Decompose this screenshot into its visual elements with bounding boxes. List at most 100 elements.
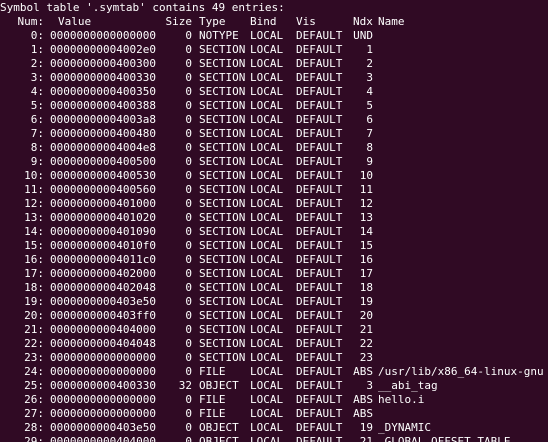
symbol-type: SECTION [199, 183, 246, 196]
symbol-value: 0000000000404000 [50, 435, 156, 442]
symbol-bind: LOCAL [250, 239, 284, 252]
symbol-num: 18: [24, 281, 44, 294]
symbol-type: SECTION [199, 253, 246, 266]
symbol-bind: LOCAL [250, 141, 284, 154]
symbol-bind: LOCAL [250, 71, 284, 84]
symbol-vis: DEFAULT [296, 113, 343, 126]
symbol-size: 0 [185, 43, 192, 56]
symbol-num: 26: [24, 393, 44, 406]
symbol-bind: LOCAL [250, 155, 284, 168]
symbol-size: 0 [185, 197, 192, 210]
symbol-type: SECTION [199, 225, 246, 238]
symbol-value: 0000000000400530 [50, 169, 156, 182]
symbol-type: SECTION [199, 43, 246, 56]
column-size-header: Size [165, 15, 193, 28]
symbol-value: 0000000000000000 [50, 29, 156, 42]
symbol-bind: LOCAL [250, 351, 284, 364]
symbol-ndx: 19 [359, 295, 373, 308]
symbol-bind: LOCAL [250, 281, 284, 294]
symbol-value: 0000000000400500 [50, 155, 156, 168]
symbol-num: 13: [24, 211, 44, 224]
symbol-type: SECTION [199, 281, 246, 294]
symbol-ndx: 7 [366, 127, 373, 140]
symbol-vis: DEFAULT [296, 253, 343, 266]
symbol-ndx: 16 [359, 253, 373, 266]
symbol-num: 21: [24, 323, 44, 336]
symbol-value: 00000000004011c0 [50, 253, 156, 266]
symbol-vis: DEFAULT [296, 197, 343, 210]
symbol-vis: DEFAULT [296, 155, 343, 168]
symbol-num: 7: [30, 127, 44, 140]
symbol-ndx: 11 [359, 183, 373, 196]
symbol-ndx: 3 [366, 379, 373, 392]
symbol-value: 0000000000400330 [50, 71, 156, 84]
column-type-header: Type [199, 15, 226, 28]
symbol-num: 20: [24, 309, 44, 322]
symbol-type: SECTION [199, 309, 246, 322]
symbol-value: 0000000000401090 [50, 225, 156, 238]
symbol-ndx: 6 [366, 113, 373, 126]
symbol-vis: DEFAULT [296, 85, 343, 98]
symbol-bind: LOCAL [250, 211, 284, 224]
symbol-type: OBJECT [199, 421, 239, 434]
symbol-vis: DEFAULT [296, 225, 343, 238]
symbol-ndx: 12 [359, 197, 373, 210]
symbol-num: 29: [24, 435, 44, 442]
symbol-name: _DYNAMIC [378, 421, 431, 434]
symbol-value: 0000000000000000 [50, 393, 156, 406]
symbol-num: 27: [24, 407, 44, 420]
symbol-size: 0 [185, 85, 192, 98]
symbol-type: OBJECT [199, 379, 239, 392]
symbol-type: SECTION [199, 57, 246, 70]
symbol-size: 0 [185, 99, 192, 112]
symbol-value: 0000000000400388 [50, 99, 156, 112]
symbol-vis: DEFAULT [296, 211, 343, 224]
symbol-type: FILE [199, 407, 226, 420]
symbol-vis: DEFAULT [296, 323, 343, 336]
symbol-vis: DEFAULT [296, 295, 343, 308]
symbol-size: 0 [185, 29, 192, 42]
symbol-size: 0 [185, 155, 192, 168]
symbol-type: SECTION [199, 267, 246, 280]
symbol-bind: LOCAL [250, 421, 284, 434]
symbol-name: hello.i [378, 393, 425, 406]
symbol-ndx: ABS [353, 407, 373, 420]
symbol-type: SECTION [199, 323, 246, 336]
symbol-num: 12: [24, 197, 44, 210]
symbol-size: 0 [185, 211, 192, 224]
symbol-value: 0000000000000000 [50, 365, 156, 378]
symbol-vis: DEFAULT [296, 183, 343, 196]
symbol-size: 0 [185, 57, 192, 70]
symbol-bind: LOCAL [250, 379, 284, 392]
symbol-size: 0 [185, 421, 192, 434]
column-value-header: Value [58, 15, 92, 28]
symbol-value: 0000000000400300 [50, 57, 156, 70]
symbol-size: 0 [185, 295, 192, 308]
symbol-type: SECTION [199, 337, 246, 350]
symbol-vis: DEFAULT [296, 379, 343, 392]
symbol-ndx: 4 [366, 85, 373, 98]
symbol-vis: DEFAULT [296, 29, 343, 42]
column-header-row: Num: Value Size Type Bind Vis Ndx Name [0, 15, 405, 29]
symbol-num: 23: [24, 351, 44, 364]
symbol-name: /usr/lib/x86_64-linux-gnu [378, 365, 544, 378]
symbol-value: 00000000004003a8 [50, 113, 156, 126]
symbol-vis: DEFAULT [296, 365, 343, 378]
symbol-bind: LOCAL [250, 99, 284, 112]
symbol-num: 28: [24, 421, 44, 434]
symbol-bind: LOCAL [250, 183, 284, 196]
symbol-vis: DEFAULT [296, 393, 343, 406]
terminal-output[interactable]: Symbol table '.symtab' contains 49 entri… [0, 0, 548, 442]
column-vis-header: Vis [296, 15, 316, 28]
symbol-ndx: 10 [359, 169, 373, 182]
symbol-vis: DEFAULT [296, 71, 343, 84]
symbol-type: SECTION [199, 295, 246, 308]
symbol-vis: DEFAULT [296, 127, 343, 140]
symbol-ndx: 8 [366, 141, 373, 154]
symbol-type: SECTION [199, 127, 246, 140]
symbol-value: 0000000000400350 [50, 85, 156, 98]
symbol-type: SECTION [199, 197, 246, 210]
symbol-ndx: 19 [359, 421, 373, 434]
symbol-name: _GLOBAL_OFFSET_TABLE_ [378, 435, 518, 442]
symbol-bind: LOCAL [250, 309, 284, 322]
